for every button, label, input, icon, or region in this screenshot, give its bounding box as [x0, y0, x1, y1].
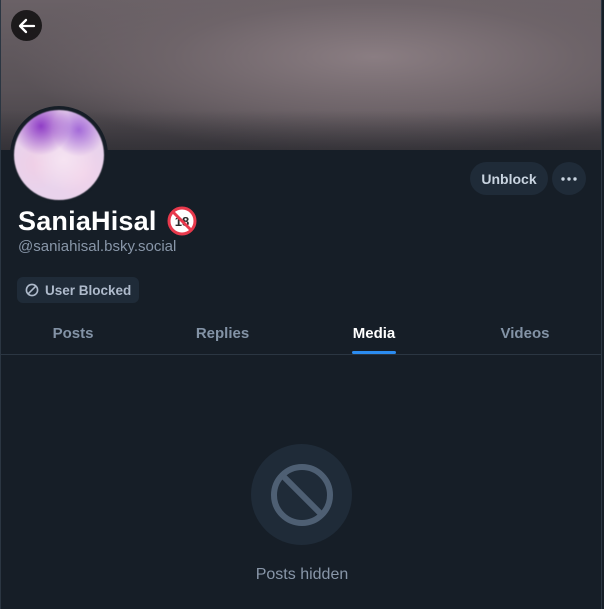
empty-state-icon-container: [251, 444, 352, 545]
handle: @saniahisal.bsky.social: [18, 238, 177, 255]
profile-screen: Unblock SaniaHisal 18 @saniahisal.bsky.s…: [0, 0, 602, 609]
profile-tabs: Posts Replies Media Videos: [1, 313, 601, 355]
user-blocked-label: User Blocked: [45, 282, 132, 298]
tab-posts[interactable]: Posts: [53, 313, 94, 354]
no-under-18-icon: 18: [167, 206, 197, 236]
user-blocked-badge: User Blocked: [17, 277, 140, 303]
arrow-left-icon: [18, 18, 35, 33]
more-options-button[interactable]: [552, 162, 586, 195]
tab-media[interactable]: Media: [352, 313, 396, 354]
display-name: SaniaHisal: [18, 205, 157, 236]
unblock-button[interactable]: Unblock: [470, 162, 548, 195]
back-button[interactable]: [11, 10, 42, 41]
prohibited-icon: [270, 463, 333, 526]
name-row: SaniaHisal 18: [18, 204, 197, 238]
tab-replies[interactable]: Replies: [196, 313, 249, 354]
avatar[interactable]: [12, 108, 106, 202]
tab-videos[interactable]: Videos: [500, 313, 550, 354]
block-icon: [25, 283, 39, 297]
ellipsis-icon: [561, 176, 577, 181]
empty-state-message: Posts hidden: [255, 566, 349, 583]
